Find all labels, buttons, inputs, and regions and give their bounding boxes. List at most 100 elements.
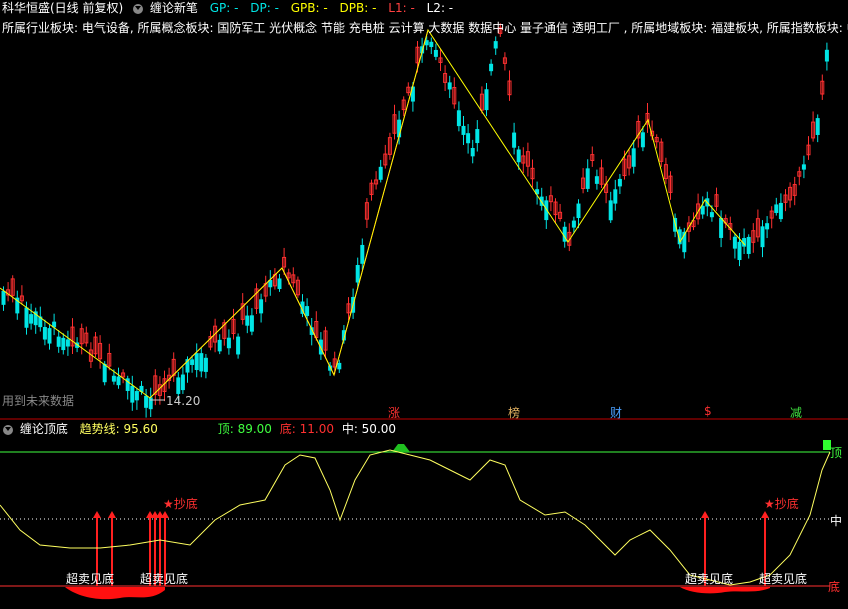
event-marker-bang[interactable]: 榜: [508, 404, 520, 421]
buy-arrow-head: [701, 511, 709, 518]
candle-body: [576, 203, 581, 219]
candle-body: [613, 189, 618, 204]
candle-body: [259, 299, 264, 314]
candle-body: [1, 290, 6, 305]
candle-body: [52, 321, 57, 328]
candle-body: [709, 212, 714, 218]
candle-body: [631, 148, 636, 167]
candle-body: [355, 265, 360, 283]
candle-body: [470, 148, 475, 157]
event-marker-jian[interactable]: 减: [790, 404, 802, 421]
candle-body: [447, 82, 452, 90]
buy-arrow-head: [108, 511, 116, 518]
candle-body: [824, 49, 829, 62]
axis-top-label: 顶: [830, 446, 843, 460]
oversold-label-4: 超卖见底: [759, 572, 808, 586]
event-marker-zhang[interactable]: 涨: [388, 404, 400, 421]
candle-body: [801, 164, 806, 170]
gpb-label: GPB: -: [290, 1, 328, 15]
candle-body: [760, 226, 765, 248]
candle-body: [466, 133, 471, 144]
buy-signal-1: ★抄底: [163, 497, 198, 511]
gp-label: GP: -: [209, 1, 239, 15]
oversold-fill-2: [680, 587, 770, 594]
event-marker-dollar[interactable]: $: [704, 404, 712, 418]
candle-body: [65, 339, 70, 347]
indicator-name[interactable]: 缠论新笔: [150, 1, 198, 15]
candle-body: [249, 315, 254, 332]
candle-body: [765, 223, 770, 230]
dp-label: DP: -: [250, 1, 279, 15]
candle-body: [236, 336, 241, 355]
candle-body: [746, 236, 751, 254]
future-data-label: 用到未来数据: [2, 394, 75, 408]
candle-body: [732, 236, 737, 249]
sub-indicator-bar: 缠论顶底 趋势线: 95.60 顶: 89.00 底: 11.00 中: 50.…: [0, 421, 848, 437]
candle-body: [194, 353, 199, 370]
candle-body: [493, 41, 498, 49]
top-value: 顶: 89.00: [217, 422, 272, 436]
oversold-label-1: 超卖见底: [66, 572, 115, 586]
candle-body: [61, 337, 66, 351]
candle-body: [433, 49, 438, 57]
candle-body: [774, 204, 779, 213]
candle-body: [737, 241, 742, 261]
candle-body: [176, 377, 181, 394]
candle-body: [24, 307, 29, 328]
candle-body: [144, 395, 149, 408]
candle-body: [134, 391, 139, 401]
candle-body: [56, 336, 61, 347]
buy-arrow-head: [761, 511, 769, 518]
candlestick-series: [1, 23, 829, 418]
trend-value: 趋势线: 95.60: [79, 422, 158, 436]
candle-body: [47, 328, 52, 344]
candle-body: [640, 132, 645, 148]
candle-body: [130, 385, 135, 403]
oversold-label-3: 超卖见底: [685, 572, 734, 586]
stock-name[interactable]: 科华恒盛(日线 前复权): [2, 1, 123, 15]
candle-body: [461, 125, 466, 135]
candle-body: [29, 314, 34, 324]
sub-indicator-name[interactable]: 缠论顶底: [20, 422, 68, 436]
sector-info: 所属行业板块: 电气设备, 所属概念板块: 国防军工 光伏概念 节能 充电桩 云…: [2, 21, 848, 35]
axis-bottom-label: 底: [828, 580, 841, 594]
candle-body: [429, 41, 434, 48]
candle-body: [585, 168, 590, 189]
candle-body: [719, 217, 724, 238]
sub-indicator-dropdown-icon[interactable]: [3, 424, 13, 435]
candle-body: [815, 118, 820, 135]
low-price-label: 14.20: [166, 394, 201, 408]
candle-body: [571, 220, 576, 228]
l2-label: L2: -: [426, 1, 454, 15]
chart-canvas[interactable]: [0, 0, 848, 609]
candle-body: [102, 363, 107, 383]
candle-body: [203, 357, 208, 372]
oversold-fill: [65, 587, 770, 600]
buy-arrow-head: [93, 511, 101, 518]
l1-label: L1: -: [388, 1, 415, 15]
candle-body: [180, 374, 185, 391]
candle-body: [378, 166, 383, 180]
candle-body: [277, 278, 282, 289]
candle-body: [778, 202, 783, 220]
candle-body: [424, 40, 429, 46]
candle-body: [475, 129, 480, 144]
candle-body: [190, 359, 195, 365]
candle-body: [617, 178, 622, 187]
bottom-value: 底: 11.00: [279, 422, 334, 436]
candle-body: [608, 200, 613, 221]
title-bar: 科华恒盛(日线 前复权) 缠论新笔 GP: - DP: - GPB: - DPB…: [0, 0, 848, 16]
indicator-dropdown-icon[interactable]: [133, 3, 144, 14]
candle-body: [226, 337, 231, 349]
pen-line-yellow: [0, 28, 746, 399]
candle-body: [42, 327, 47, 340]
candle-body: [305, 306, 310, 316]
candle-body: [489, 63, 494, 72]
oversold-fill-1: [65, 587, 165, 600]
event-marker-cai[interactable]: 财: [610, 404, 622, 421]
mid-value: 中: 50.00: [341, 422, 397, 436]
candle-body: [594, 176, 599, 184]
candle-body: [360, 244, 365, 264]
candle-body: [245, 315, 250, 326]
dpb-label: DPB: -: [339, 1, 377, 15]
